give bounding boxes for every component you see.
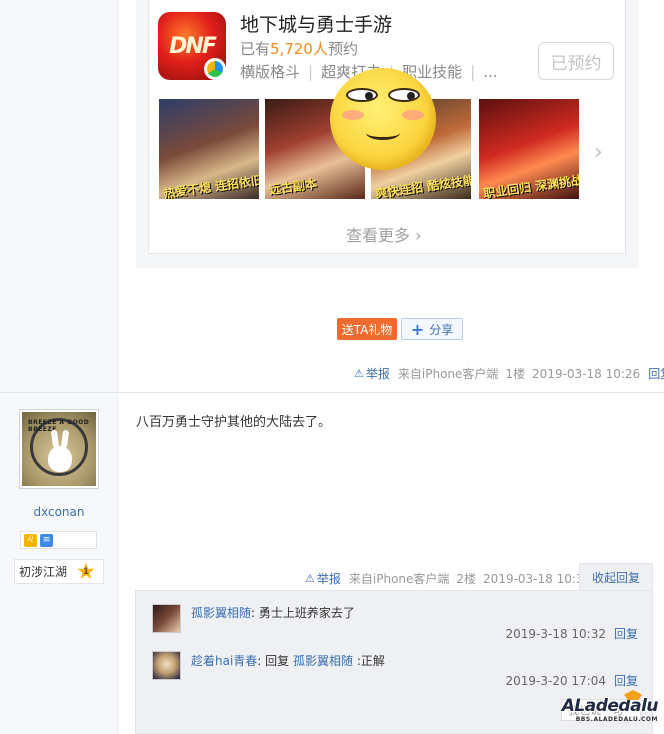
game-screenshot[interactable]: 热爱不熄 连招依旧 xyxy=(159,99,259,199)
report-link[interactable]: ⚠ 举报 xyxy=(354,365,390,382)
floor-number: 1楼 xyxy=(505,367,526,381)
username[interactable]: dxconan xyxy=(0,505,118,519)
send-gift-button[interactable]: 送TA礼物 xyxy=(337,318,397,340)
watermark-subtext: BBS.ALADEDALU.COM xyxy=(575,716,658,723)
comment-username[interactable]: 趁着hai青春 xyxy=(191,654,257,668)
share-button[interactable]: + 分享 xyxy=(401,318,463,340)
user-level[interactable]: 初涉江湖 1 xyxy=(14,559,104,584)
comment-reply-link[interactable]: 回复 xyxy=(614,674,638,688)
report-label: 举报 xyxy=(316,572,341,586)
comment-reply-target[interactable]: 孤影翼相随 xyxy=(293,654,353,668)
chevron-right-icon: › xyxy=(415,226,422,245)
chevron-right-icon[interactable]: › xyxy=(594,140,603,165)
avatar[interactable]: BREEZE A GOOD BREEZE xyxy=(19,409,99,489)
comment-text: 勇士上班养家去了 xyxy=(258,606,355,620)
avatar-text: BREEZE A GOOD BREEZE xyxy=(28,419,90,433)
post-content: 八百万勇士守护其他的大陆去了。 xyxy=(136,415,332,430)
comment-reply-link[interactable]: 回复 xyxy=(614,627,638,641)
app-tag: ... xyxy=(483,63,498,81)
reserve-suffix: 预约 xyxy=(327,40,358,58)
comment-username[interactable]: 孤影翼相随 xyxy=(191,606,251,620)
level-title: 初涉江湖 xyxy=(19,565,68,579)
app-title[interactable]: 地下城与勇士手游 xyxy=(240,10,392,37)
bunny-icon xyxy=(48,446,72,472)
reserve-prefix: 已有 xyxy=(240,40,271,58)
reserved-button[interactable]: 已预约 xyxy=(538,42,614,80)
collapse-replies-button[interactable]: 收起回复 xyxy=(579,563,653,591)
comment-item: 孤影翼相随: 勇士上班养家去了 xyxy=(191,606,355,620)
post1-meta: ⚠举报 来自iPhone客户端 1楼 2019-03-18 10:26 回复 xyxy=(354,365,664,382)
watermark-text: ALadedalu xyxy=(561,696,659,716)
member-badge-icon[interactable]: ≡ xyxy=(40,533,53,547)
user-badges: ♌ ≡ xyxy=(20,531,97,549)
share-label: 分享 xyxy=(429,322,454,337)
screenshot-caption: 爽快连招 酷炫技能 xyxy=(374,173,471,199)
post-date: 2019-03-18 10:26 xyxy=(532,366,641,381)
comment-text: 正解 xyxy=(360,654,385,668)
reply-link[interactable]: 回复 xyxy=(648,365,664,382)
comment-meta: 2019-3-18 10:32 回复 xyxy=(505,625,638,642)
post-source: 来自iPhone客户端 xyxy=(348,572,450,586)
game-screenshot[interactable]: 职业回归 深渊挑战 xyxy=(479,99,579,199)
comment-item: 趁着hai青春: 回复 孤影翼相随 :正解 xyxy=(191,654,385,668)
post2-meta: ⚠ 举报 来自iPhone客户端 2楼 2019-03-18 10:30 xyxy=(305,570,599,587)
warning-icon: ⚠ xyxy=(305,572,315,585)
warning-icon: ⚠ xyxy=(354,367,364,380)
screenshot-caption: 远古副本 xyxy=(268,176,318,198)
publisher-badge-icon xyxy=(204,58,226,80)
post-date: 2019-03-18 10:30 xyxy=(483,571,592,586)
report-link[interactable]: ⚠ 举报 xyxy=(305,570,341,587)
smirk-emoji-sticker xyxy=(330,68,436,170)
level-star-icon: 1 xyxy=(77,562,95,579)
comment-reply-word: 回复 xyxy=(265,654,290,668)
see-more-link[interactable]: 查看更多 › xyxy=(346,222,422,246)
post-divider xyxy=(0,392,664,393)
comment-avatar[interactable] xyxy=(152,651,181,680)
zodiac-badge-icon[interactable]: ♌ xyxy=(24,533,37,547)
app-tag: 横版格斗 xyxy=(240,63,301,81)
screenshot-caption: 热爱不熄 连招依旧 xyxy=(162,173,259,199)
emoji-eye xyxy=(346,88,378,102)
level-number: 1 xyxy=(82,566,90,577)
emoji-eye xyxy=(388,88,420,102)
left-user-column xyxy=(0,0,118,734)
screenshot-caption: 职业回归 深渊挑战 xyxy=(482,173,579,199)
floor-number: 2楼 xyxy=(456,572,477,586)
report-label: 举报 xyxy=(365,367,390,381)
emoji-blush xyxy=(402,110,424,120)
comment-date: 2019-3-18 10:32 xyxy=(505,627,606,641)
comment-date: 2019-3-20 17:04 xyxy=(505,674,606,688)
see-more-label: 查看更多 xyxy=(346,226,411,245)
plus-icon: + xyxy=(410,319,425,339)
avatar-image: BREEZE A GOOD BREEZE xyxy=(22,412,96,486)
post-source: 来自iPhone客户端 xyxy=(397,367,499,381)
comment-meta: 2019-3-20 17:04 回复 xyxy=(505,672,638,689)
site-watermark-logo: ALadedalu BBS.ALADEDALU.COM xyxy=(548,690,659,730)
emoji-mouth xyxy=(366,126,400,140)
emoji-blush xyxy=(342,110,364,120)
comment-avatar[interactable] xyxy=(152,604,181,633)
reserve-number: 5,720人 xyxy=(270,40,328,58)
app-reserve-count: 已有5,720人预约 xyxy=(240,38,358,59)
